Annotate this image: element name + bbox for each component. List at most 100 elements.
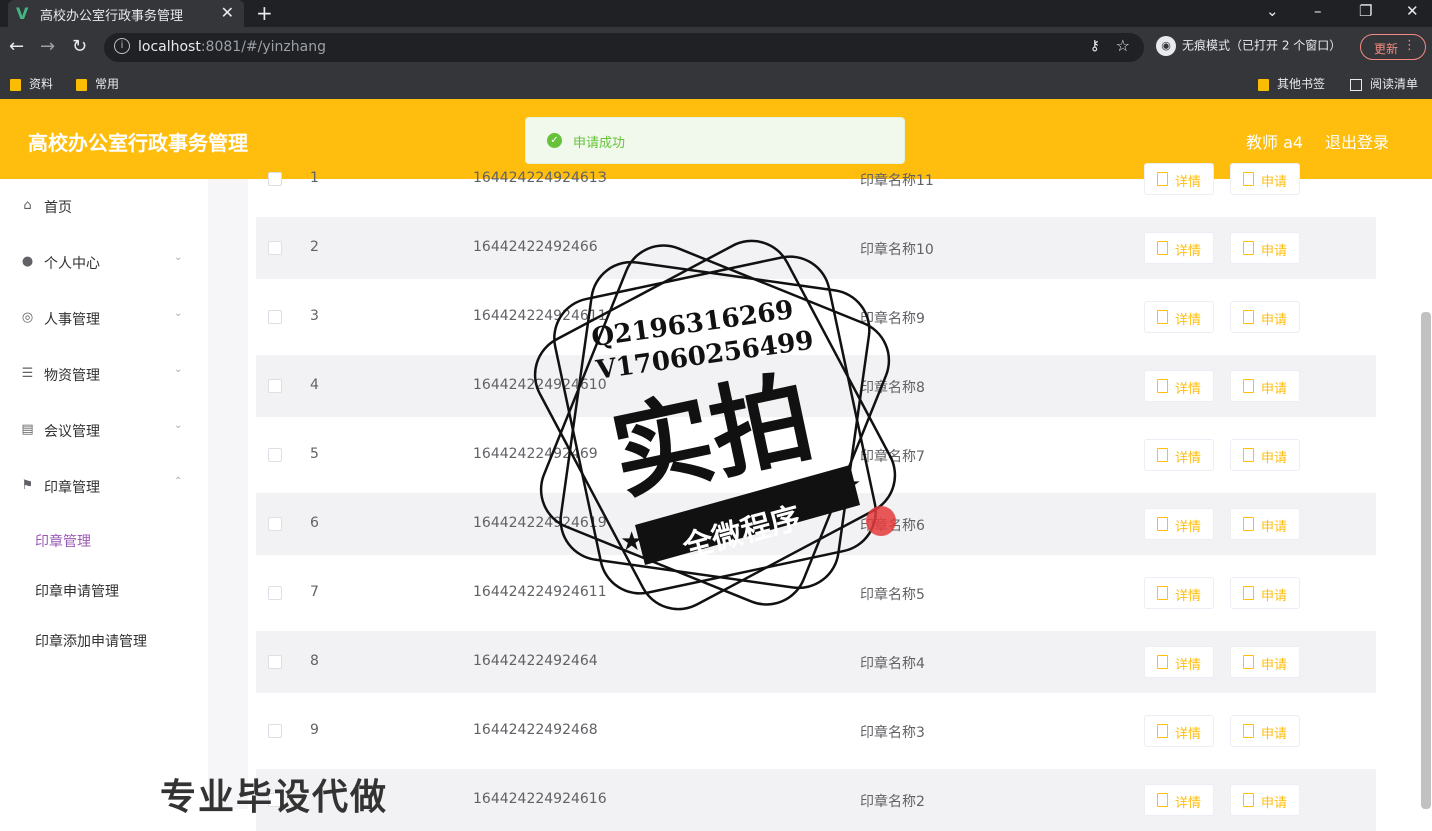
apply-button[interactable]: 申请 (1230, 301, 1300, 333)
bookmark-folder-changyong[interactable]: 常用 (76, 75, 119, 92)
detail-button[interactable]: 详情 (1144, 508, 1214, 540)
detail-button[interactable]: 详情 (1144, 646, 1214, 678)
submenu-seal-management[interactable]: 印章管理 (35, 531, 91, 551)
bookmark-folder-ziliao[interactable]: 资料 (10, 75, 53, 92)
chevron-down-icon: ⌄ (174, 252, 183, 263)
row-index: 6 (310, 515, 319, 531)
seal-number: 164424224924619 (473, 515, 607, 531)
flag-icon: ⚑ (21, 478, 34, 493)
row-checkbox[interactable] (268, 448, 282, 462)
scrollbar[interactable] (1421, 312, 1431, 809)
window-close-icon[interactable]: ✕ (1406, 2, 1419, 20)
bookmark-other[interactable]: 其他书签 (1258, 75, 1325, 92)
apply-button[interactable]: 申请 (1230, 232, 1300, 264)
seal-number: 16442422492461З (473, 170, 607, 186)
apply-button[interactable]: 申请 (1230, 439, 1300, 471)
folder-icon (76, 78, 87, 91)
row-index: 1 (310, 170, 319, 186)
chevron-down-icon: ⌄ (174, 308, 183, 319)
detail-button[interactable]: 详情 (1144, 301, 1214, 333)
submenu-seal-application[interactable]: 印章申请管理 (35, 581, 119, 601)
update-button[interactable]: 更新 ⋮ (1360, 34, 1426, 60)
folder-icon (1258, 78, 1269, 91)
tab-close-icon[interactable]: ✕ (221, 3, 234, 22)
sidebar: ⌂ 首页 ● 个人中心 ⌄ ◎ 人事管理 ⌄ ☰ 物资管理 ⌄ ▤ 会议管理 ⌄… (0, 179, 208, 809)
folder-icon (10, 78, 21, 91)
detail-button[interactable]: 详情 (1144, 370, 1214, 402)
chevron-up-icon: ⌃ (174, 476, 183, 487)
address-bar[interactable]: i localhost:8081/#/yinzhang ⚷ ☆ (104, 33, 1144, 62)
apply-button[interactable]: 申请 (1230, 646, 1300, 678)
seal-name: 印章名称7 (860, 449, 925, 465)
user-icon: ● (21, 254, 34, 269)
apply-icon (1243, 517, 1254, 531)
document-icon (1157, 517, 1168, 531)
incognito-icon: ◉ (1156, 36, 1176, 56)
tab-title: 高校办公室行政事务管理 (40, 9, 184, 24)
personnel-icon: ◎ (21, 310, 34, 325)
row-checkbox[interactable] (268, 310, 282, 324)
apply-icon (1243, 724, 1254, 738)
row-checkbox[interactable] (268, 517, 282, 531)
sidebar-item-meetings[interactable]: ▤ 会议管理 ⌄ (0, 411, 208, 451)
row-index: 3 (310, 308, 319, 324)
bookmark-star-icon[interactable]: ☆ (1116, 36, 1130, 55)
sidebar-item-home[interactable]: ⌂ 首页 (0, 187, 208, 227)
url-text: localhost:8081/#/yinzhang (138, 39, 326, 55)
success-check-icon: ✓ (547, 133, 562, 148)
forward-icon[interactable]: → (40, 36, 55, 57)
row-checkbox[interactable] (268, 724, 282, 738)
table-row: 6164424224924619印章名称6详情申请 (256, 493, 1376, 555)
apply-button[interactable]: 申请 (1230, 577, 1300, 609)
toast-message: 申请成功 (573, 136, 626, 151)
minimize-icon[interactable]: – (1314, 2, 1322, 20)
watermark-bottom-text: 专业毕设代做 (160, 777, 389, 818)
apply-button[interactable]: 申请 (1230, 508, 1300, 540)
detail-button[interactable]: 详情 (1144, 577, 1214, 609)
list-icon: ☰ (21, 366, 34, 381)
browser-tab[interactable]: V 高校办公室行政事务管理 ✕ (8, 0, 244, 27)
tab-search-icon[interactable]: ⌄ (1266, 2, 1279, 20)
apply-button[interactable]: 申请 (1230, 163, 1300, 195)
back-icon[interactable]: ← (9, 36, 24, 57)
document-icon (1157, 448, 1168, 462)
submenu-seal-add-application[interactable]: 印章添加申请管理 (35, 631, 147, 651)
row-checkbox[interactable] (268, 586, 282, 600)
apply-button[interactable]: 申请 (1230, 784, 1300, 816)
detail-button[interactable]: 详情 (1144, 439, 1214, 471)
table-row: 8 16442422492464 印章名称4 详情 申请 (256, 631, 1376, 693)
seal-number: 164424224924611 (473, 308, 607, 324)
sidebar-item-personal[interactable]: ● 个人中心 ⌄ (0, 243, 208, 283)
apply-icon (1243, 379, 1254, 393)
new-tab-icon[interactable]: + (256, 1, 273, 25)
home-icon: ⌂ (23, 198, 32, 213)
incognito-indicator[interactable]: ◉ 无痕模式（已打开 2 个窗口） (1156, 36, 1341, 56)
sidebar-item-materials[interactable]: ☰ 物资管理 ⌄ (0, 355, 208, 395)
app-title: 高校办公室行政事务管理 (28, 131, 248, 155)
row-checkbox[interactable] (268, 172, 282, 186)
reading-list[interactable]: 阅读清单 (1350, 75, 1418, 92)
password-key-icon[interactable]: ⚷ (1090, 38, 1100, 54)
table-row: 4 164424224924610 印章名称8 详情 申请 (256, 355, 1376, 417)
document-icon (1157, 241, 1168, 255)
seal-name: 印章名称11 (860, 173, 934, 189)
sidebar-item-seals[interactable]: ⚑ 印章管理 ⌃ (0, 467, 208, 507)
sidebar-item-personnel[interactable]: ◎ 人事管理 ⌄ (0, 299, 208, 339)
seal-name: 印章名称2 (860, 794, 925, 810)
detail-button[interactable]: 详情 (1144, 715, 1214, 747)
seal-number: 16442422492469 (473, 446, 598, 462)
site-info-icon[interactable]: i (114, 38, 130, 54)
apply-icon (1243, 448, 1254, 462)
detail-button[interactable]: 详情 (1144, 163, 1214, 195)
row-checkbox[interactable] (268, 241, 282, 255)
row-checkbox[interactable] (268, 379, 282, 393)
row-checkbox[interactable] (268, 655, 282, 669)
apply-button[interactable]: 申请 (1230, 370, 1300, 402)
detail-button[interactable]: 详情 (1144, 232, 1214, 264)
reload-icon[interactable]: ↻ (72, 36, 87, 57)
menu-dots-icon: ⋮ (1403, 38, 1416, 53)
restore-icon[interactable]: ❐ (1359, 2, 1372, 20)
detail-button[interactable]: 详情 (1144, 784, 1214, 816)
apply-icon (1243, 172, 1254, 186)
apply-button[interactable]: 申请 (1230, 715, 1300, 747)
